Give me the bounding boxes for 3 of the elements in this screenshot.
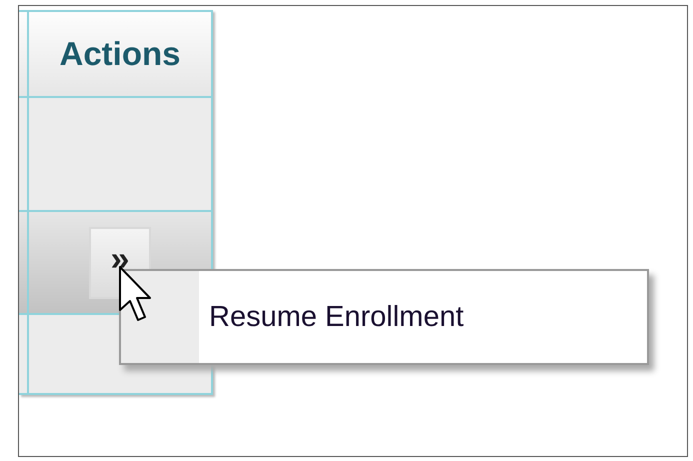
table-row[interactable] [19, 96, 211, 210]
column-header: Actions [58, 34, 182, 74]
menu-item[interactable]: Resume Enrollment [209, 300, 464, 334]
